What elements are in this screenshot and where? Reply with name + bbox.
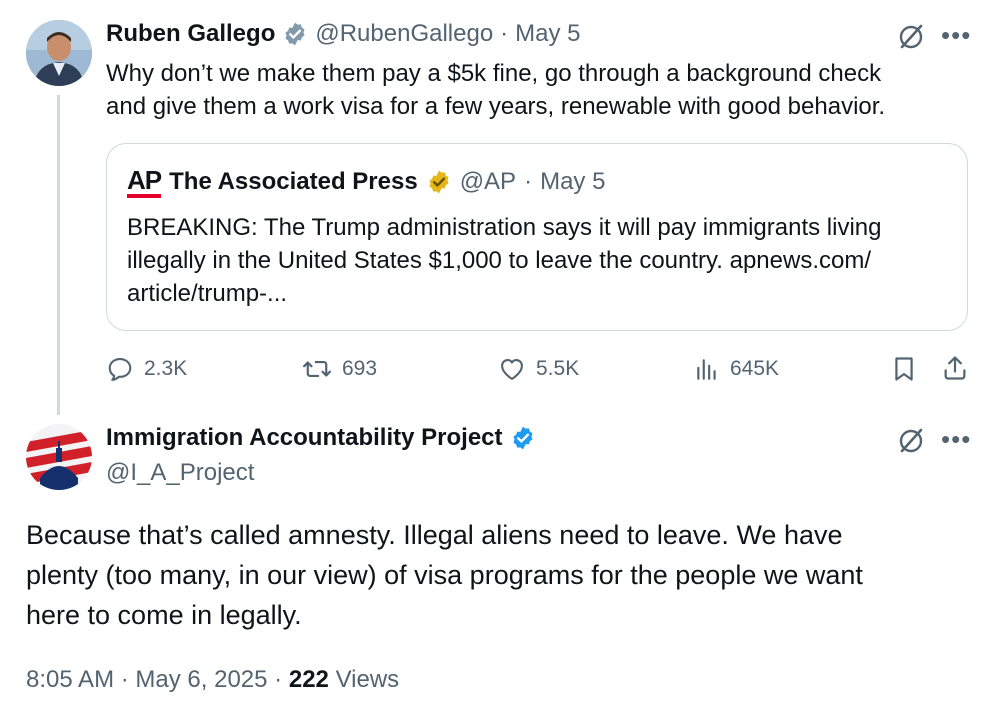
tweet2-text-line: Because that’s called amnesty. Illegal a… xyxy=(26,520,843,550)
tweet1-text: Why don’t we make them pay a $5k fine, g… xyxy=(106,57,966,123)
separator: · xyxy=(524,168,533,195)
tweet1-header: Ruben Gallego @RubenGallego · May 5 xyxy=(106,20,581,48)
like-icon xyxy=(498,355,526,383)
quote-text-line: article/trump-... xyxy=(127,280,288,307)
views-label: Views xyxy=(335,666,400,693)
tweet2-text: Because that’s called amnesty. Illegal a… xyxy=(26,515,966,635)
separator: · xyxy=(120,666,129,693)
like-count: 5.5K xyxy=(536,357,580,380)
thread-connector-line xyxy=(57,95,60,415)
quote-date: May 5 xyxy=(540,168,606,195)
reply-count: 2.3K xyxy=(144,357,188,380)
tweet2-text-line: plenty (too many, in our view) of visa p… xyxy=(26,560,863,590)
views-count: 222 xyxy=(288,666,329,693)
bookmark-icon[interactable] xyxy=(890,355,918,383)
quote-text-line: BREAKING: The Trump administration says … xyxy=(127,214,882,241)
views-button[interactable]: 645K xyxy=(694,355,779,383)
tweet2-text-line: here to come in legally. xyxy=(26,600,302,630)
reply-icon xyxy=(106,355,134,383)
ap-logo: AP xyxy=(127,167,162,198)
tweet-date[interactable]: May 6, 2025 xyxy=(135,666,267,693)
quote-text-line: illegally in the United States $1,000 to… xyxy=(127,247,871,274)
more-icon[interactable]: ••• xyxy=(941,426,971,452)
author-handle[interactable]: @RubenGallego xyxy=(315,20,493,48)
more-icon[interactable]: ••• xyxy=(941,22,971,48)
verified-badge-icon xyxy=(282,21,308,47)
verified-badge-icon xyxy=(510,425,536,451)
tweet1-text-line: and give them a work visa for a few year… xyxy=(106,93,886,120)
views-count: 645K xyxy=(730,357,780,380)
avatar-ruben-gallego[interactable] xyxy=(26,20,92,86)
share-icon[interactable] xyxy=(941,354,969,382)
quote-handle[interactable]: @AP xyxy=(460,168,516,196)
tweet-metadata: 8:05 AM · May 6, 2025 · 222 Views xyxy=(26,666,399,694)
separator: · xyxy=(500,20,509,47)
author-name[interactable]: Immigration Accountability Project xyxy=(106,424,503,452)
separator: · xyxy=(274,666,283,693)
repost-icon xyxy=(302,355,332,383)
reply-button[interactable]: 2.3K xyxy=(106,355,187,383)
tweet-date[interactable]: May 5 xyxy=(515,20,580,48)
quoted-tweet-card[interactable]: AP The Associated Press @AP · May 5 BREA… xyxy=(106,143,968,331)
grok-icon[interactable] xyxy=(896,426,926,456)
verified-badge-icon xyxy=(426,169,452,195)
repost-button[interactable]: 693 xyxy=(302,355,377,383)
quote-text: BREAKING: The Trump administration says … xyxy=(127,211,957,310)
quote-header: AP The Associated Press @AP · May 5 xyxy=(127,167,606,198)
avatar-immigration-accountability-project[interactable] xyxy=(26,424,92,490)
tweet-time[interactable]: 8:05 AM xyxy=(26,666,114,693)
repost-count: 693 xyxy=(342,357,378,380)
tweet1-text-line: Why don’t we make them pay a $5k fine, g… xyxy=(106,60,882,87)
author-handle[interactable]: @I_A_Project xyxy=(106,459,254,487)
quote-author-name[interactable]: The Associated Press xyxy=(169,168,418,196)
views-icon xyxy=(694,355,720,383)
like-button[interactable]: 5.5K xyxy=(498,355,579,383)
grok-icon[interactable] xyxy=(896,22,926,52)
author-name[interactable]: Ruben Gallego xyxy=(106,20,275,48)
tweet2-header: Immigration Accountability Project xyxy=(106,424,536,452)
